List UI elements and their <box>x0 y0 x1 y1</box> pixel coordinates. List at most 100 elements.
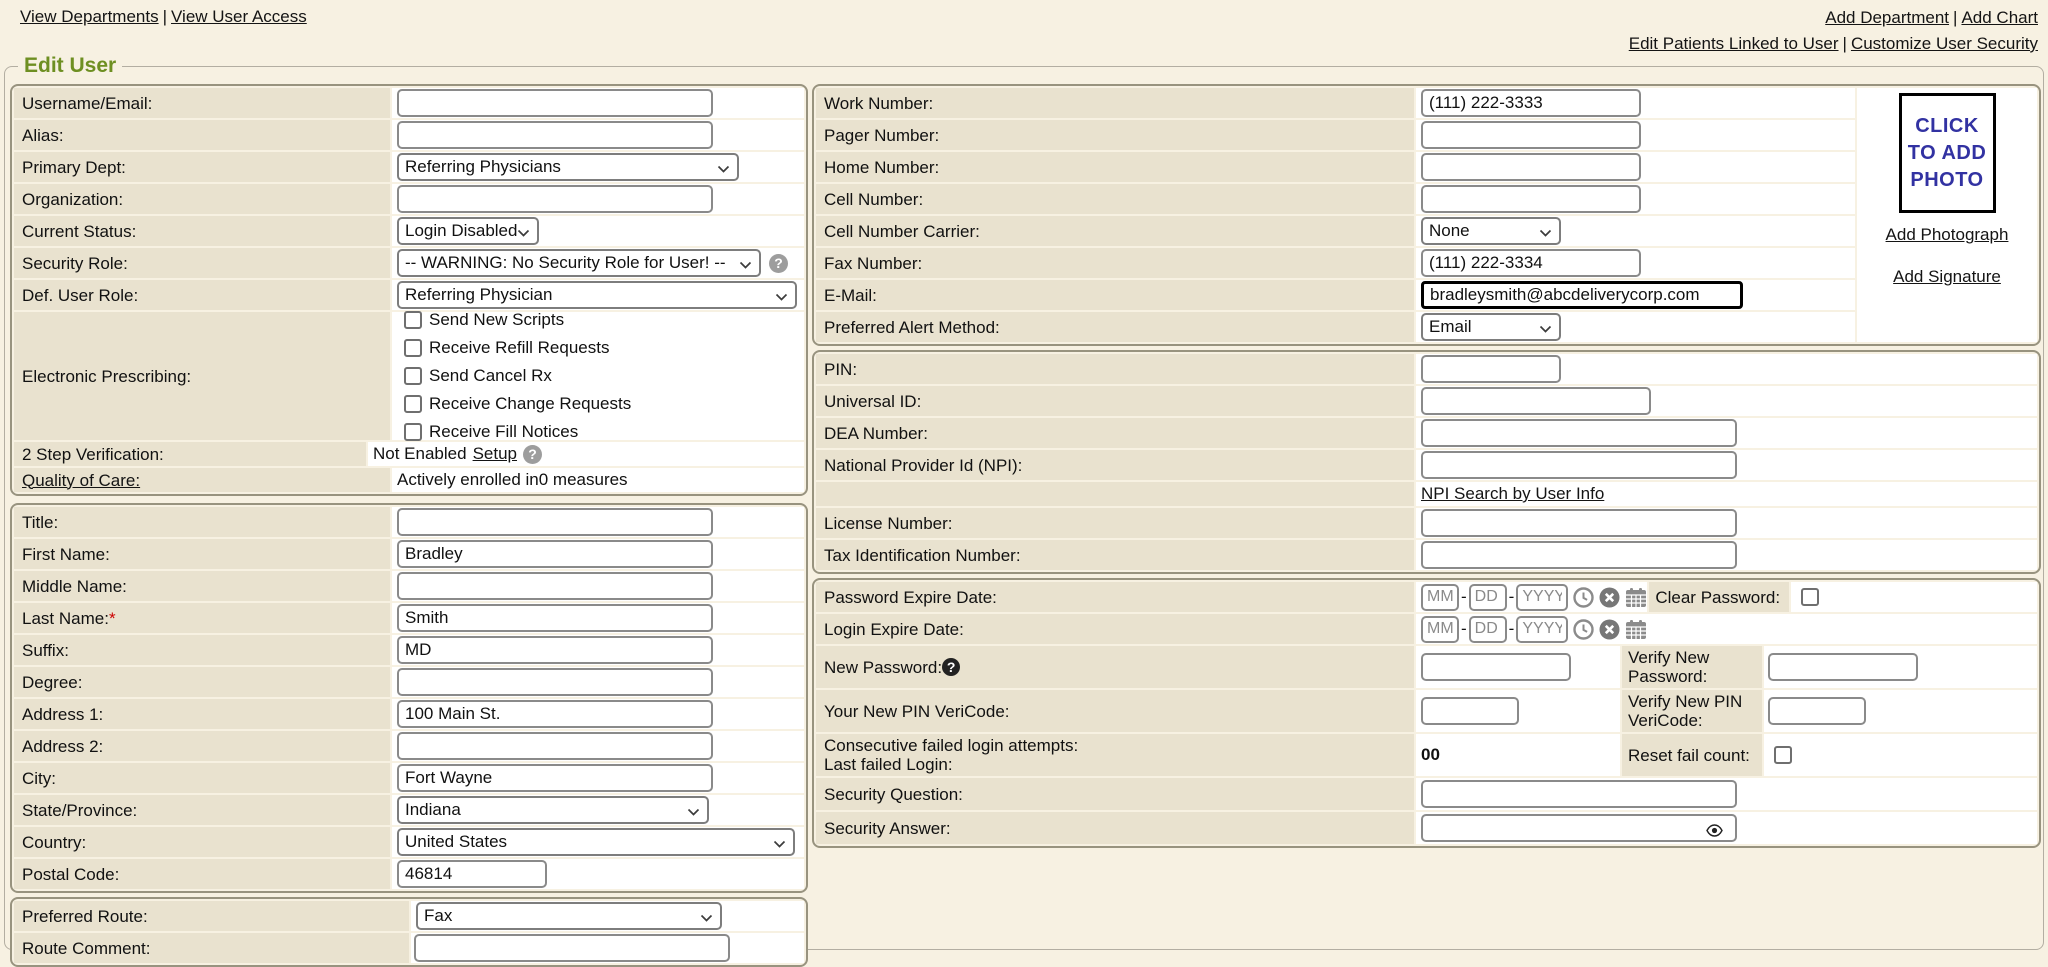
def-user-role-label: Def. User Role: <box>22 286 138 305</box>
row-electronic-prescribing: Electronic Prescribing: Send New Scripts… <box>14 312 804 440</box>
degree-input[interactable] <box>397 668 713 696</box>
security-role-help-icon[interactable]: ? <box>769 254 788 273</box>
security-question-input[interactable] <box>1421 780 1737 808</box>
row-security-answer: Security Answer: <box>816 812 2037 844</box>
first-name-input[interactable] <box>397 540 713 568</box>
add-chart-link[interactable]: Add Chart <box>1961 8 2038 27</box>
pin-input[interactable] <box>1421 355 1561 383</box>
calendar-icon[interactable] <box>1625 619 1647 640</box>
address2-input[interactable] <box>397 732 713 760</box>
suffix-input[interactable] <box>397 636 713 664</box>
username-input[interactable] <box>397 89 713 117</box>
new-password-help-icon[interactable]: ? <box>942 658 960 676</box>
edit-patients-linked-link[interactable]: Edit Patients Linked to User <box>1629 34 1839 53</box>
add-department-link[interactable]: Add Department <box>1825 8 1949 27</box>
send-cancel-rx-checkbox[interactable] <box>404 367 422 385</box>
preferred-route-select[interactable]: Fax <box>416 902 722 930</box>
email-field[interactable] <box>1421 281 1743 309</box>
password-expire-mm-input[interactable] <box>1421 584 1459 611</box>
view-departments-link[interactable]: View Departments <box>20 7 159 26</box>
address2-label: Address 2: <box>22 737 103 756</box>
view-user-access-link[interactable]: View User Access <box>171 7 307 26</box>
clear-date-icon[interactable] <box>1599 587 1620 608</box>
cell-carrier-label: Cell Number Carrier: <box>824 222 980 241</box>
security-role-select[interactable]: -- WARNING: No Security Role for User! -… <box>397 249 761 277</box>
fax-number-input[interactable] <box>1421 249 1641 277</box>
clear-password-checkbox[interactable] <box>1801 588 1819 606</box>
verify-new-password-input[interactable] <box>1768 653 1918 681</box>
cell-carrier-select[interactable]: None <box>1421 217 1561 245</box>
address1-input[interactable] <box>397 700 713 728</box>
home-number-label: Home Number: <box>824 158 939 177</box>
row-preferred-alert: Preferred Alert Method: Email <box>816 312 1855 342</box>
last-name-input[interactable] <box>397 604 713 632</box>
row-dea-number: DEA Number: <box>816 418 2037 448</box>
chevron-down-icon <box>739 261 752 270</box>
new-password-input[interactable] <box>1421 653 1571 681</box>
current-status-select[interactable]: Login Disabled <box>397 217 539 245</box>
title-input[interactable] <box>397 508 713 536</box>
row-username: Username/Email: <box>14 88 804 118</box>
customize-user-security-link[interactable]: Customize User Security <box>1851 34 2038 53</box>
clear-date-icon[interactable] <box>1599 619 1620 640</box>
organization-input[interactable] <box>397 185 713 213</box>
work-number-input[interactable] <box>1421 89 1641 117</box>
home-number-input[interactable] <box>1421 153 1641 181</box>
first-name-label: First Name: <box>22 545 110 564</box>
two-step-help-icon[interactable]: ? <box>523 445 542 464</box>
npi-input[interactable] <box>1421 451 1737 479</box>
dea-number-input[interactable] <box>1421 419 1737 447</box>
primary-dept-select[interactable]: Referring Physicians <box>397 153 739 181</box>
verify-pin-vericode-input[interactable] <box>1768 697 1866 725</box>
def-user-role-select[interactable]: Referring Physician <box>397 281 797 309</box>
middle-name-input[interactable] <box>397 572 713 600</box>
send-new-scripts-checkbox[interactable] <box>404 311 422 329</box>
login-expire-dd-input[interactable] <box>1469 616 1507 643</box>
fax-number-label: Fax Number: <box>824 254 922 273</box>
preferred-alert-label: Preferred Alert Method: <box>824 318 1000 337</box>
click-to-add-photo-box[interactable]: CLICK TO ADD PHOTO <box>1899 93 1996 213</box>
eye-icon[interactable] <box>1706 822 1723 842</box>
receive-fill-notices-checkbox[interactable] <box>404 423 422 441</box>
receive-refill-requests-checkbox[interactable] <box>404 339 422 357</box>
cell-number-input[interactable] <box>1421 185 1641 213</box>
login-expire-mm-input[interactable] <box>1421 616 1459 643</box>
two-step-setup-link[interactable]: Setup <box>473 444 517 464</box>
preferred-alert-select[interactable]: Email <box>1421 313 1561 341</box>
clock-icon[interactable] <box>1573 619 1594 640</box>
alias-input[interactable] <box>397 121 713 149</box>
license-number-input[interactable] <box>1421 509 1737 537</box>
security-answer-input[interactable] <box>1421 814 1737 842</box>
state-select[interactable]: Indiana <box>397 796 709 824</box>
route-comment-input[interactable] <box>414 934 730 962</box>
account-group: Username/Email: Alias: Primary Dept: Ref… <box>10 84 808 496</box>
security-answer-label: Security Answer: <box>824 819 951 838</box>
npi-search-link[interactable]: NPI Search by User Info <box>1421 484 1604 504</box>
tax-id-input[interactable] <box>1421 541 1737 569</box>
row-login-expire: Login Expire Date: - - <box>816 614 2037 644</box>
row-license-number: License Number: <box>816 508 2037 538</box>
country-select[interactable]: United States <box>397 828 795 856</box>
row-country: Country: United States <box>14 827 804 857</box>
add-photograph-link[interactable]: Add Photograph <box>1886 225 2009 245</box>
reset-fail-count-checkbox[interactable] <box>1774 746 1792 764</box>
password-expire-dd-input[interactable] <box>1469 584 1507 611</box>
postal-code-input[interactable] <box>397 860 547 888</box>
add-signature-link[interactable]: Add Signature <box>1893 267 2001 287</box>
universal-id-input[interactable] <box>1421 387 1651 415</box>
row-title: Title: <box>14 507 804 537</box>
row-state: State/Province: Indiana <box>14 795 804 825</box>
password-expire-yyyy-input[interactable] <box>1516 584 1568 611</box>
pin-vericode-input[interactable] <box>1421 697 1519 725</box>
login-expire-yyyy-input[interactable] <box>1516 616 1568 643</box>
dea-number-label: DEA Number: <box>824 424 928 443</box>
clock-icon[interactable] <box>1573 587 1594 608</box>
security-group: Password Expire Date: - - Clear Password… <box>812 578 2041 848</box>
calendar-icon[interactable] <box>1625 587 1647 608</box>
quality-of-care-link[interactable]: Quality of Care: <box>22 471 140 490</box>
pager-number-input[interactable] <box>1421 121 1641 149</box>
link-separator: | <box>1949 8 1961 27</box>
send-cancel-rx-option: Send Cancel Rx <box>404 366 552 386</box>
receive-change-requests-checkbox[interactable] <box>404 395 422 413</box>
city-input[interactable] <box>397 764 713 792</box>
